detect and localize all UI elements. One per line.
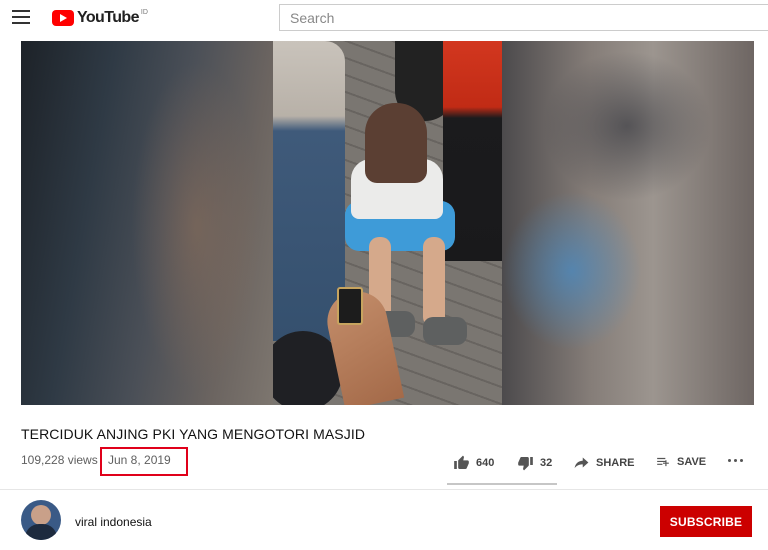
video-title: TERCIDUK ANJING PKI YANG MENGOTORI MASJI… — [21, 426, 366, 442]
youtube-logo-icon — [52, 10, 74, 26]
share-label: SHARE — [596, 456, 635, 469]
like-button[interactable]: 640 — [453, 455, 494, 471]
divider — [0, 489, 768, 490]
logo-region: ID — [140, 9, 148, 16]
date-highlight-box — [100, 447, 188, 476]
subscribe-button[interactable]: SUBSCRIBE — [660, 506, 752, 537]
search-input[interactable] — [279, 4, 768, 31]
save-playlist-icon — [657, 457, 669, 467]
view-count: 109,228 views — [21, 453, 98, 467]
dislike-button[interactable]: 32 — [517, 455, 552, 471]
menu-icon[interactable] — [12, 10, 30, 26]
sentiment-bar — [447, 483, 557, 485]
share-icon — [574, 457, 589, 469]
like-count: 640 — [476, 457, 495, 469]
video-player[interactable] — [21, 41, 754, 405]
thumbs-up-icon — [454, 455, 469, 469]
youtube-logo[interactable]: YouTube ID — [52, 7, 148, 29]
channel-avatar[interactable] — [21, 500, 61, 540]
video-blur-right — [502, 41, 754, 405]
dislike-count: 32 — [540, 457, 553, 469]
share-button[interactable]: SHARE — [573, 455, 635, 470]
logo-text: YouTube — [77, 9, 139, 26]
top-bar: YouTube ID — [0, 0, 768, 40]
thumbs-down-icon — [518, 457, 533, 471]
more-actions-button[interactable] — [728, 459, 743, 462]
video-frame — [273, 41, 502, 405]
save-label: SAVE — [677, 456, 707, 468]
save-button[interactable]: SAVE — [655, 455, 706, 469]
video-blur-left — [21, 41, 273, 405]
more-icon — [728, 459, 743, 462]
channel-name[interactable]: viral indonesia — [75, 515, 152, 529]
